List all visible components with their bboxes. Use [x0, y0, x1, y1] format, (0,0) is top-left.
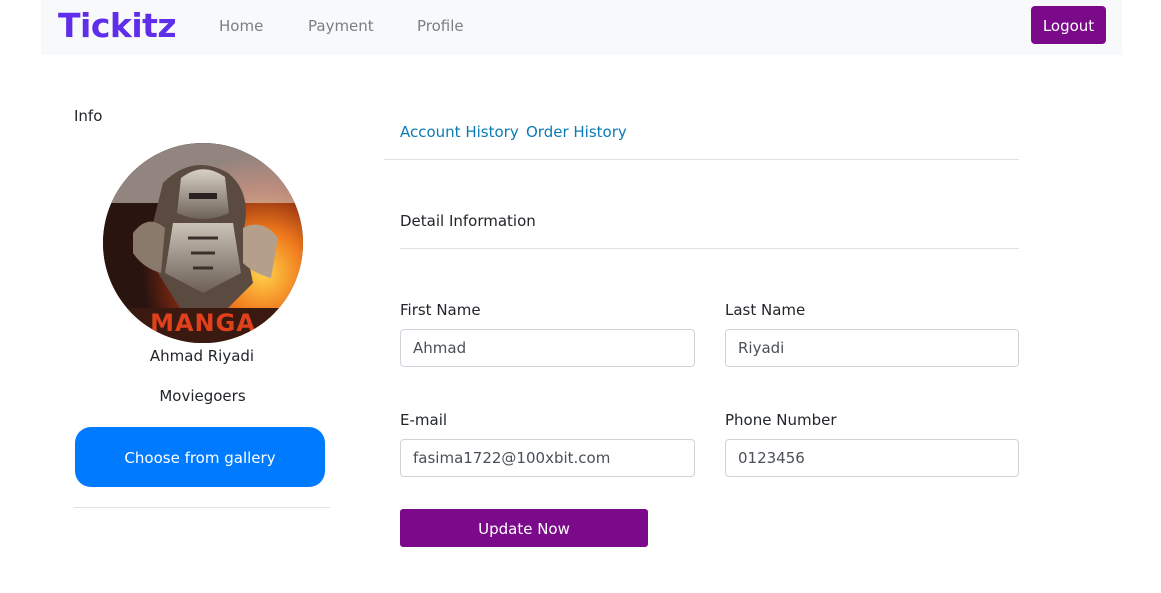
email-field[interactable]: fasima1722@100xbit.com [400, 439, 695, 477]
detail-information-title: Detail Information [400, 212, 536, 230]
update-now-button[interactable]: Update Now [400, 509, 648, 547]
last-name-field[interactable]: Riyadi [725, 329, 1019, 367]
phone-number-field[interactable]: 0123456 [725, 439, 1019, 477]
tab-account-history[interactable]: Account History [400, 122, 519, 142]
first-name-label: First Name [400, 301, 481, 319]
tab-order-history[interactable]: Order History [526, 122, 627, 142]
nav-link-profile[interactable]: Profile [417, 16, 464, 36]
nav-link-home[interactable]: Home [219, 16, 263, 36]
info-divider [74, 507, 330, 508]
last-name-label: Last Name [725, 301, 806, 319]
email-label: E-mail [400, 411, 448, 429]
profile-avatar: MANGA [103, 143, 303, 343]
phone-number-label: Phone Number [725, 411, 837, 429]
logout-button[interactable]: Logout [1031, 6, 1106, 44]
brand-logo[interactable]: Tickitz [58, 7, 177, 45]
top-navbar: Tickitz Home Payment Profile Logout [41, 0, 1122, 55]
detail-divider [400, 248, 1019, 249]
nav-link-payment[interactable]: Payment [308, 16, 374, 36]
first-name-field[interactable]: Ahmad [400, 329, 695, 367]
svg-text:MANGA: MANGA [150, 309, 256, 337]
profile-name: Ahmad Riyadi [149, 347, 255, 365]
avatar-illustration: MANGA [103, 143, 303, 343]
profile-role: Moviegoers [159, 387, 246, 405]
choose-from-gallery-button[interactable]: Choose from gallery [75, 427, 325, 487]
tabs-divider [384, 159, 1019, 160]
info-title: Info [74, 107, 103, 125]
